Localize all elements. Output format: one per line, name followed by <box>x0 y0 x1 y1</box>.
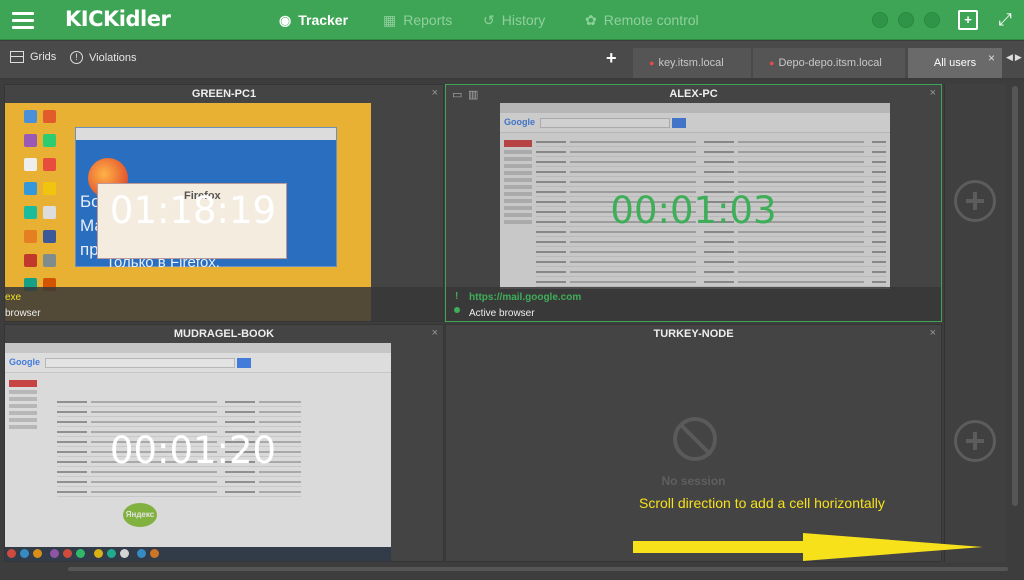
status-dots <box>872 12 950 28</box>
nav-tracker[interactable]: ◉ Tracker <box>279 0 348 40</box>
close-tab-icon[interactable]: × <box>988 51 995 65</box>
tab-scroll-arrows[interactable]: ◀▶ <box>1006 52 1024 63</box>
cell-title: ALEX-PC <box>669 88 718 100</box>
nav-history-label: History <box>501 12 546 28</box>
fullscreen-icon[interactable]: ⤢ <box>995 10 1015 30</box>
tab-depo-depo[interactable]: ● Depo-depo.itsm.local <box>753 48 905 78</box>
status-dot[interactable] <box>898 12 914 28</box>
status-dot-icon: ● <box>649 58 655 68</box>
close-icon[interactable]: × <box>432 87 438 99</box>
cell-mudragel-book[interactable]: MUDRAGEL-BOOK × Google Яндекс 00:01:20 <box>4 324 444 562</box>
session-timer: 00:01:20 <box>109 429 277 472</box>
status-dot[interactable] <box>924 12 940 28</box>
session-timer: 01:18:19 <box>109 189 277 232</box>
tab-label: Depo-depo.itsm.local <box>778 57 882 69</box>
nav-reports-label: Reports <box>403 12 453 28</box>
alert-icon: ! <box>70 51 83 64</box>
google-logo: Google <box>504 117 535 127</box>
monitor-icon[interactable]: ▭ <box>452 88 462 101</box>
annotation-text: Scroll direction to add a cell horizonta… <box>639 495 885 511</box>
split-view-icon[interactable]: ▥ <box>468 88 478 101</box>
menu-icon[interactable] <box>12 12 34 29</box>
new-window-icon[interactable]: + <box>958 10 978 30</box>
taskbar <box>5 547 391 561</box>
session-timer: 00:01:03 <box>610 189 777 232</box>
chart-icon: ▦ <box>383 11 397 28</box>
grids-label: Grids <box>30 51 57 63</box>
nav-reports[interactable]: ▦ Reports <box>383 0 452 40</box>
horizontal-scrollbar[interactable] <box>68 567 1008 571</box>
status-dot-icon <box>454 307 460 313</box>
add-cell-icon[interactable] <box>954 180 996 222</box>
close-icon[interactable]: × <box>432 327 438 339</box>
history-icon: ↺ <box>483 11 495 28</box>
no-session-label: No session <box>661 474 726 488</box>
cell-title: MUDRAGEL-BOOK <box>173 328 275 340</box>
add-cell-icon[interactable] <box>954 420 996 462</box>
cell-alex-pc[interactable]: ALEX-PC ▭ ▥ × Google 00:01:03 ! https://… <box>445 84 942 322</box>
cell-title: GREEN-PC1 <box>191 88 257 100</box>
close-icon[interactable]: × <box>930 327 936 339</box>
violations-button[interactable]: ! Violations <box>70 51 137 64</box>
grid-icon <box>10 51 24 63</box>
status-dot[interactable] <box>872 12 888 28</box>
no-session-icon <box>673 417 717 461</box>
nav-tracker-label: Tracker <box>298 12 349 28</box>
arrow-right-icon <box>633 533 983 561</box>
active-url[interactable]: https://mail.google.com <box>469 292 581 303</box>
nav-history[interactable]: ↺ History <box>483 0 545 40</box>
status-text: browser <box>5 308 41 319</box>
add-column <box>944 84 1006 562</box>
top-bar: KICKidler ◉ Tracker ▦ Reports ↺ History … <box>0 0 1024 40</box>
close-icon[interactable]: × <box>930 87 936 99</box>
tab-label: key.itsm.local <box>658 57 724 69</box>
status-text: Active browser <box>469 308 535 319</box>
google-logo: Google <box>9 357 40 367</box>
alert-icon: ! <box>455 291 459 302</box>
cell-green-pc1[interactable]: GREEN-PC1 × Бол Ма пр Только в Firefox. … <box>4 84 444 322</box>
eye-icon: ◉ <box>279 11 292 28</box>
info-bar <box>5 287 443 321</box>
process-name: exe <box>5 292 22 303</box>
tab-key-itsm[interactable]: ● key.itsm.local <box>633 48 751 78</box>
nav-remote-control[interactable]: ✿ Remote control <box>585 0 699 40</box>
sub-toolbar: Grids ! Violations + ● key.itsm.local ● … <box>0 41 1024 78</box>
app-logo: KICKidler <box>65 7 171 31</box>
remote-icon: ✿ <box>585 11 597 28</box>
cell-turkey-node[interactable]: TURKEY-NODE × No session <box>445 324 942 562</box>
violations-label: Violations <box>89 51 137 64</box>
status-dot-icon: ● <box>769 58 775 68</box>
cell-title: TURKEY-NODE <box>653 328 734 340</box>
grids-button[interactable]: Grids <box>10 51 56 63</box>
yandex-badge: Яндекс <box>123 503 157 527</box>
add-tab-button[interactable]: + <box>606 48 617 69</box>
tab-label: All users <box>933 57 977 69</box>
vertical-scrollbar[interactable] <box>1012 86 1018 506</box>
nav-remote-control-label: Remote control <box>603 12 699 28</box>
